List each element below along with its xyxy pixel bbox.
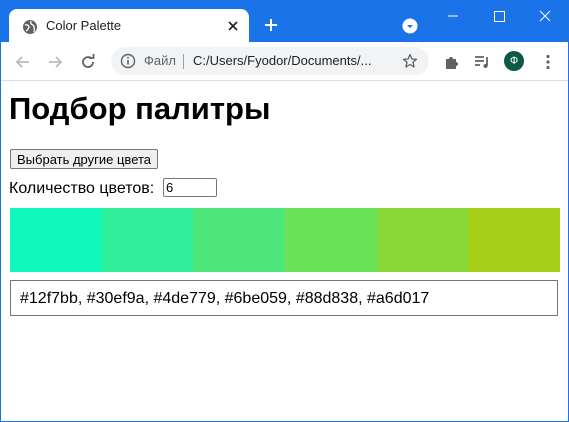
info-icon[interactable] bbox=[120, 53, 136, 69]
media-controls-icon[interactable] bbox=[473, 53, 491, 71]
page-title: Подбор палитры bbox=[9, 91, 271, 126]
profile-avatar[interactable]: Ф bbox=[504, 51, 524, 71]
color-swatch bbox=[10, 208, 102, 272]
color-swatch bbox=[101, 208, 194, 272]
pick-colors-button[interactable]: Выбрать другие цвета bbox=[10, 149, 159, 169]
palette-swatches bbox=[10, 208, 561, 272]
color-swatch bbox=[193, 208, 286, 272]
page-content: Подбор палитры Выбрать другие цвета Коли… bbox=[1, 81, 568, 421]
address-bar[interactable]: Файл C:/Users/Fyodor/Documents/... bbox=[111, 47, 429, 75]
tab-search-icon[interactable] bbox=[402, 18, 418, 34]
toolbar: Файл C:/Users/Fyodor/Documents/... Ф bbox=[1, 42, 568, 81]
close-tab-icon[interactable] bbox=[225, 18, 241, 34]
extensions-icon[interactable] bbox=[443, 53, 461, 71]
forward-arrow-icon[interactable] bbox=[46, 53, 64, 71]
omnibox-divider bbox=[183, 54, 184, 69]
url-scheme: Файл bbox=[144, 53, 176, 68]
star-icon[interactable] bbox=[402, 53, 418, 69]
close-window-icon[interactable] bbox=[522, 1, 568, 31]
hex-codes-field[interactable]: #12f7bb, #30ef9a, #4de779, #6be059, #88d… bbox=[10, 280, 558, 316]
tab-color-palette[interactable]: Color Palette bbox=[9, 9, 249, 42]
color-count-input[interactable] bbox=[163, 178, 217, 197]
browser-window: Color Palette Файл C:/Users/Fyodor/Docum… bbox=[0, 0, 569, 422]
globe-icon bbox=[23, 20, 37, 34]
tab-title: Color Palette bbox=[46, 18, 122, 33]
minimize-icon[interactable] bbox=[430, 1, 476, 31]
maximize-icon[interactable] bbox=[476, 1, 522, 31]
color-count-label: Количество цветов: bbox=[9, 180, 155, 197]
tab-strip: Color Palette bbox=[1, 1, 568, 42]
color-swatch bbox=[285, 208, 377, 272]
more-menu-icon[interactable] bbox=[539, 53, 557, 71]
new-tab-icon[interactable] bbox=[263, 17, 279, 33]
color-swatch bbox=[468, 208, 561, 272]
back-arrow-icon[interactable] bbox=[14, 53, 32, 71]
hex-codes-text: #12f7bb, #30ef9a, #4de779, #6be059, #88d… bbox=[20, 290, 430, 307]
reload-icon[interactable] bbox=[79, 53, 97, 71]
color-swatch bbox=[376, 208, 469, 272]
url-text[interactable]: C:/Users/Fyodor/Documents/... bbox=[193, 53, 371, 68]
